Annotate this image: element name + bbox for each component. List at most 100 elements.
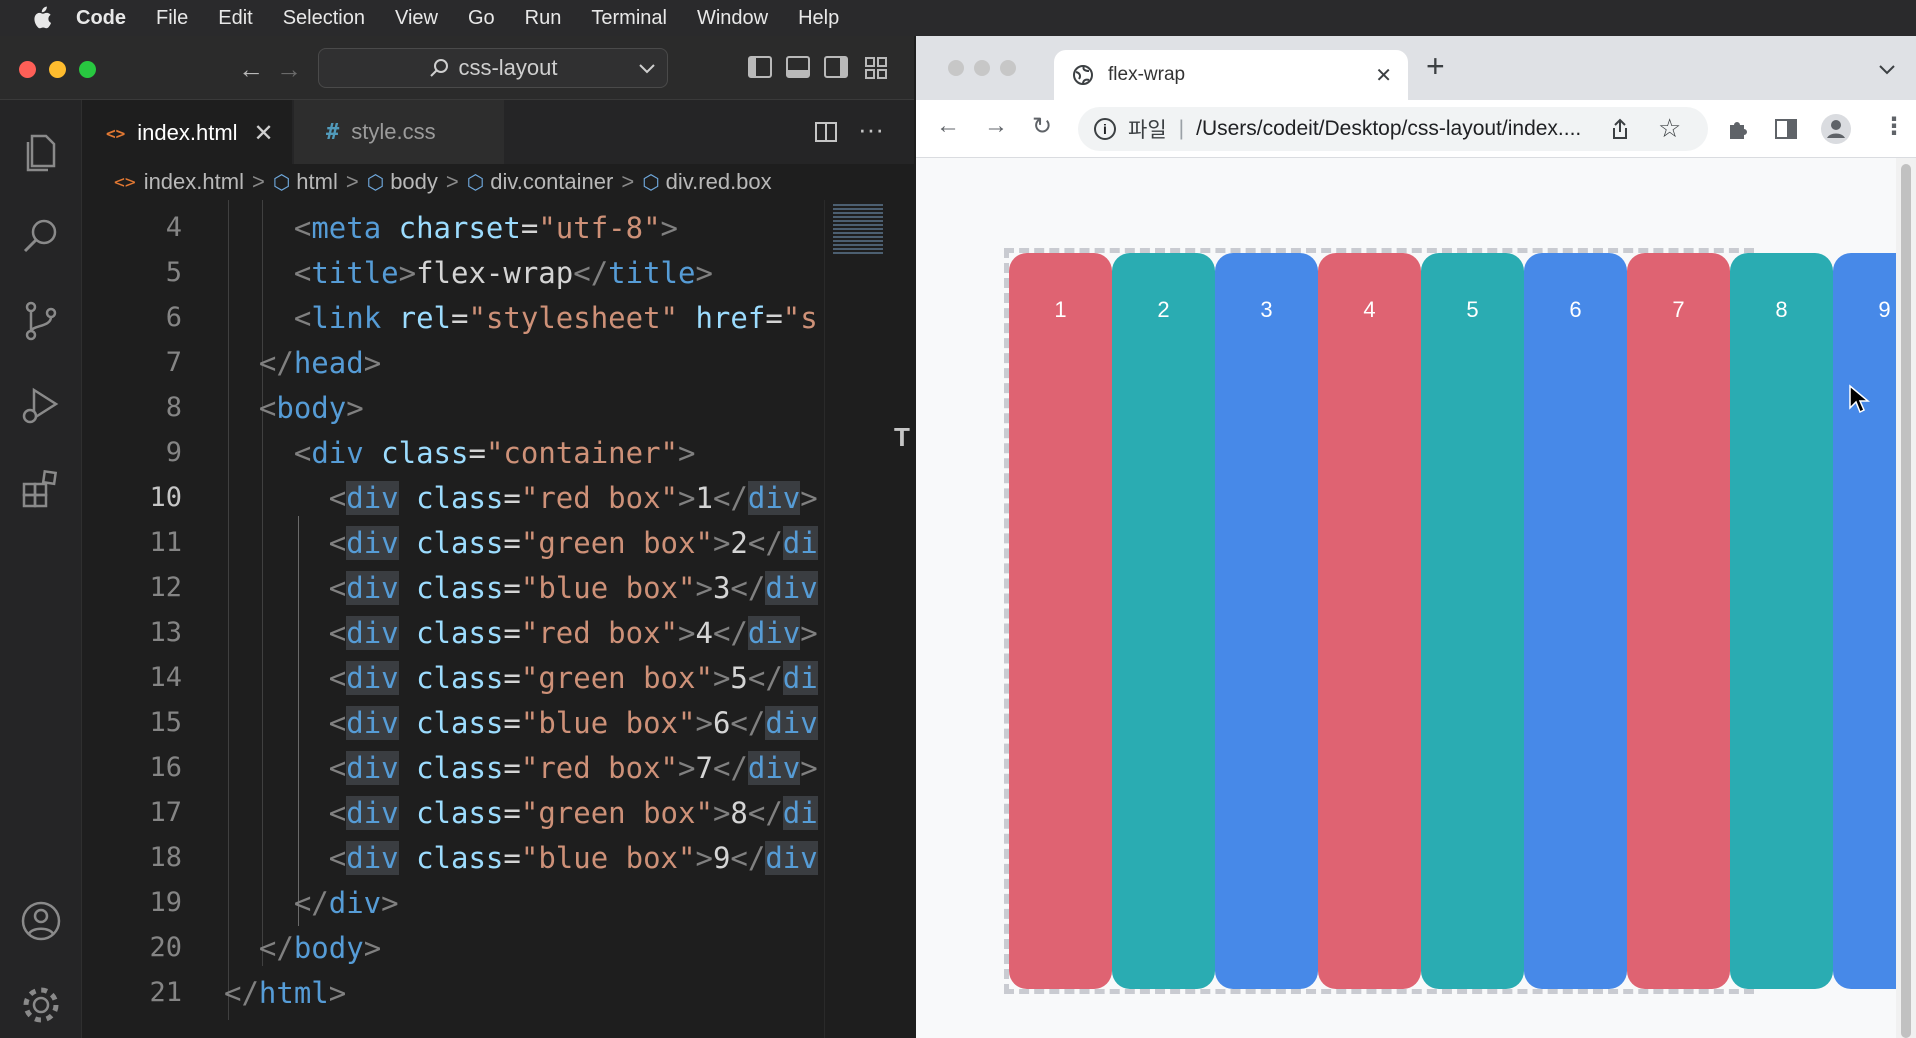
code-line[interactable]: 10 <div class="red box">1</div> [82,478,824,523]
globe-icon [1073,65,1093,85]
code-token: class [416,616,504,650]
code-line[interactable]: 16 <div class="red box">7</div> [82,748,824,793]
side-panel-icon[interactable] [1774,117,1798,141]
forward-arrow-icon[interactable]: → [984,112,1008,140]
editor-scrollbar[interactable]: T [890,200,914,1038]
code-token: = [503,706,521,740]
code-line[interactable]: 11 <div class="green box">2</di [82,523,824,568]
code-line[interactable]: 17 <div class="green box">8</di [82,793,824,838]
apple-logo-icon[interactable] [30,6,52,30]
chevron-down-icon[interactable] [637,58,657,78]
code-token: div [765,571,818,605]
code-line[interactable]: 18 <div class="blue box">9</div [82,838,824,883]
page-scrollbar-thumb[interactable] [1901,164,1911,1038]
menu-app-name[interactable]: Code [76,7,126,30]
code-token: < [328,571,347,605]
line-number: 8 [165,392,182,423]
close-icon[interactable]: ✕ [254,119,274,148]
toggle-panel-icon[interactable] [786,56,810,78]
code-line[interactable]: 4 <meta charset="utf-8"> [82,208,824,253]
browser-tab[interactable]: flex-wrap ✕ [1054,50,1408,100]
menu-run[interactable]: Run [525,7,562,30]
profile-avatar-icon[interactable] [1820,113,1852,145]
back-arrow-icon[interactable]: ← [936,112,960,140]
code-editor[interactable]: 4 <meta charset="utf-8"> 5 <title>flex-wr… [82,200,824,1038]
close-tab-icon[interactable]: ✕ [1375,63,1392,88]
customize-layout-icon[interactable] [864,56,888,80]
code-text: <meta charset="utf-8"> [224,211,678,245]
close-window-button[interactable] [948,60,964,76]
command-center-search[interactable]: css-layout [318,48,668,88]
split-editor-icon[interactable] [814,120,838,144]
breadcrumb-file[interactable]: <> index.html [114,169,244,195]
menu-go[interactable]: Go [468,7,495,30]
code-token: = [503,796,521,830]
code-line[interactable]: 5 <title>flex-wrap</title> [82,253,824,298]
menu-window[interactable]: Window [697,7,768,30]
zoom-window-button[interactable] [79,61,96,78]
search-icon[interactable] [18,214,64,260]
breadcrumb-body[interactable]: ⬡ body [367,169,438,195]
run-and-debug-icon[interactable] [18,382,64,428]
menu-edit[interactable]: Edit [218,7,252,30]
code-token: div [346,481,399,515]
toggle-secondary-sidebar-icon[interactable] [824,56,848,78]
kebab-menu-icon[interactable]: ⋮ [1882,112,1906,141]
code-line[interactable]: 9 <div class="container"> [82,433,824,478]
accounts-icon[interactable] [18,898,64,944]
bookmark-star-icon[interactable]: ☆ [1658,113,1681,144]
code-token: div [346,526,399,560]
address-bar[interactable]: i 파일 | /Users/codeit/Desktop/css-layout/… [1078,107,1708,151]
code-line[interactable]: 20 </body> [82,928,824,973]
tab-index-html[interactable]: <> index.html ✕ [82,100,292,164]
zoom-window-button[interactable] [1000,60,1016,76]
code-line[interactable]: 12 <div class="blue box">3</div [82,568,824,613]
code-line[interactable]: 19 </div> [82,883,824,928]
more-actions-icon[interactable]: ··· [858,114,884,145]
close-window-button[interactable] [19,61,36,78]
toggle-primary-sidebar-icon[interactable] [748,56,772,78]
code-line[interactable]: 21 </html> [82,973,824,1018]
flex-box-green: 2 [1112,253,1215,989]
tab-search-chevron-icon[interactable] [1878,64,1896,76]
menu-terminal[interactable]: Terminal [591,7,667,30]
flex-box-green: 8 [1730,253,1833,989]
flex-box-blue: 9 [1833,253,1896,989]
extensions-puzzle-icon[interactable] [1726,117,1750,141]
menu-file[interactable]: File [156,7,188,30]
new-tab-button[interactable]: + [1426,48,1445,85]
breadcrumb-html[interactable]: ⬡ html [273,169,338,195]
code-token: class [381,436,469,470]
minimize-window-button[interactable] [974,60,990,76]
gear-icon[interactable] [18,982,64,1028]
share-icon[interactable] [1610,118,1630,140]
info-icon[interactable]: i [1094,118,1116,140]
tab-style-css[interactable]: # style.css [294,100,504,164]
forward-arrow-icon[interactable]: → [276,54,302,85]
page-viewport[interactable]: 123456789 [916,158,1896,1038]
minimize-window-button[interactable] [49,61,66,78]
chrome-tab-strip: flex-wrap ✕ + [916,36,1916,100]
breadcrumb-red-box[interactable]: ⬡ div.red.box [642,169,771,195]
source-control-icon[interactable] [18,298,64,344]
extensions-icon[interactable] [18,466,64,512]
code-line[interactable]: 15 <div class="blue box">6</div [82,703,824,748]
back-arrow-icon[interactable]: ← [238,54,264,85]
code-line[interactable]: 14 <div class="green box">5</di [82,658,824,703]
explorer-icon[interactable] [18,130,64,176]
minimap[interactable] [824,200,890,1038]
element-cube-icon: ⬡ [466,171,485,194]
code-line[interactable]: 8 <body> [82,388,824,433]
code-line[interactable]: 13 <div class="red box">4</div> [82,613,824,658]
code-line[interactable]: 7 </head> [82,343,824,388]
code-line[interactable]: 6 <link rel="stylesheet" href="s [82,298,824,343]
menu-view[interactable]: View [395,7,438,30]
breadcrumb-container[interactable]: ⬡ div.container [467,169,614,195]
code-token: </ [747,526,783,560]
reload-icon[interactable]: ↻ [1032,112,1052,141]
menu-selection[interactable]: Selection [283,7,365,30]
code-token: < [328,751,347,785]
menu-help[interactable]: Help [798,7,839,30]
